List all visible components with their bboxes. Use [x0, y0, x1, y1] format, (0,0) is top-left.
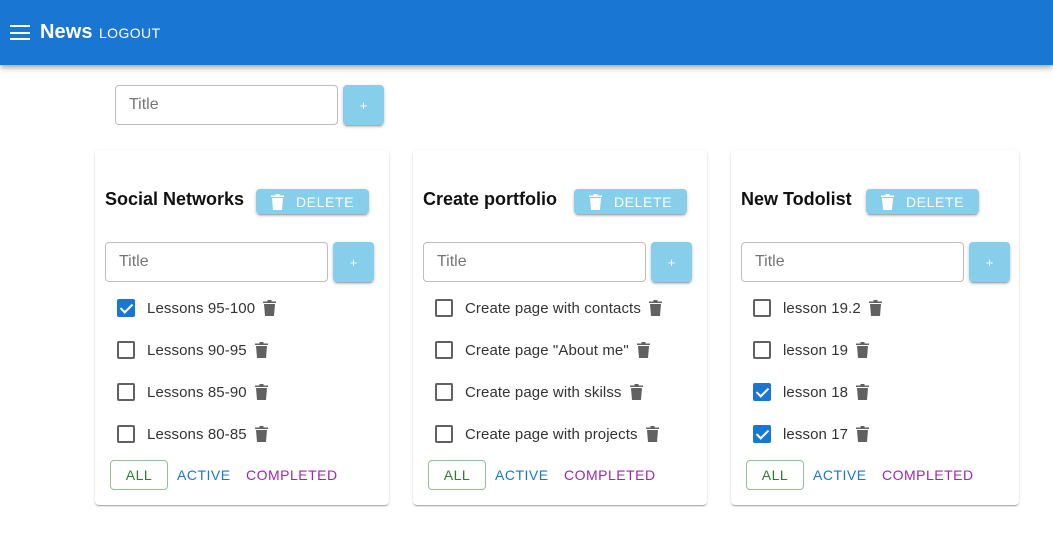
delete-todolist-button[interactable]: DELETE	[866, 189, 979, 214]
trash-icon	[588, 193, 602, 210]
task-checkbox[interactable]	[753, 341, 771, 359]
task-item: lesson 18	[753, 380, 870, 404]
filter-active-button[interactable]: ACTIVE	[495, 460, 549, 490]
add-task-button[interactable]: +	[969, 242, 1010, 282]
logout-button[interactable]: LOGOUT	[99, 25, 161, 41]
delete-label: DELETE	[295, 193, 355, 210]
task-checkbox[interactable]	[435, 299, 453, 317]
trash-icon[interactable]	[856, 426, 870, 442]
trash-icon[interactable]	[629, 384, 643, 400]
task-item: lesson 17	[753, 422, 870, 446]
task-item: Lessons 95-100	[117, 296, 277, 320]
new-todolist-title-input[interactable]	[115, 85, 338, 125]
filter-all-button[interactable]: ALL	[110, 460, 168, 490]
trash-icon	[880, 193, 894, 210]
task-checkbox[interactable]	[117, 299, 135, 317]
todolist-card: Social Networks DELETE + Lessons 95-100 …	[95, 150, 389, 505]
trash-icon[interactable]	[856, 384, 870, 400]
task-item: Create page with projects	[435, 422, 659, 446]
delete-todolist-button[interactable]: DELETE	[574, 189, 687, 214]
task-item: Create page with skilss	[435, 380, 643, 404]
task-item: Lessons 85-90	[117, 380, 268, 404]
task-item: lesson 19	[753, 338, 870, 362]
task-checkbox[interactable]	[435, 383, 453, 401]
trash-icon[interactable]	[254, 426, 268, 442]
task-title[interactable]: lesson 17	[783, 426, 848, 443]
task-title[interactable]: Create page with skilss	[465, 384, 622, 401]
add-task-button[interactable]: +	[651, 242, 692, 282]
task-item: Create page "About me"	[435, 338, 650, 362]
trash-icon[interactable]	[254, 384, 268, 400]
trash-icon[interactable]	[856, 342, 870, 358]
task-title[interactable]: lesson 19.2	[783, 300, 861, 317]
filter-completed-button[interactable]: COMPLETED	[246, 460, 338, 490]
menu-icon[interactable]	[10, 25, 30, 40]
app-title: News	[40, 21, 93, 43]
trash-icon	[270, 193, 284, 210]
todolist-card: New Todolist DELETE + lesson 19.2 lesson…	[731, 150, 1019, 505]
task-title[interactable]: Lessons 95-100	[147, 300, 255, 317]
delete-label: DELETE	[613, 193, 673, 210]
task-title[interactable]: Create page with projects	[465, 426, 638, 443]
trash-icon[interactable]	[648, 300, 662, 316]
task-title[interactable]: Lessons 80-85	[147, 426, 247, 443]
todolist-title: New Todolist	[741, 189, 852, 209]
task-item: Create page with contacts	[435, 296, 662, 320]
task-checkbox[interactable]	[753, 425, 771, 443]
delete-label: DELETE	[905, 193, 965, 210]
todolist-card: Create portfolio DELETE + Create page wi…	[413, 150, 707, 505]
new-task-title-input[interactable]	[741, 242, 964, 282]
filter-all-button[interactable]: ALL	[746, 460, 804, 490]
trash-icon[interactable]	[645, 426, 659, 442]
new-task-title-input[interactable]	[105, 242, 328, 282]
task-title[interactable]: Lessons 85-90	[147, 384, 247, 401]
trash-icon[interactable]	[868, 300, 882, 316]
new-task-title-input[interactable]	[423, 242, 646, 282]
trash-icon[interactable]	[636, 342, 650, 358]
filter-all-button[interactable]: ALL	[428, 460, 486, 490]
trash-icon[interactable]	[254, 342, 268, 358]
task-checkbox[interactable]	[435, 341, 453, 359]
todolist-title: Create portfolio	[423, 189, 558, 209]
task-item: Lessons 80-85	[117, 422, 268, 446]
filter-completed-button[interactable]: COMPLETED	[882, 460, 974, 490]
task-title[interactable]: lesson 19	[783, 342, 848, 359]
task-checkbox[interactable]	[117, 383, 135, 401]
task-checkbox[interactable]	[435, 425, 453, 443]
task-title[interactable]: lesson 18	[783, 384, 848, 401]
filter-active-button[interactable]: ACTIVE	[813, 460, 867, 490]
filter-completed-button[interactable]: COMPLETED	[564, 460, 656, 490]
app-bar: News LOGOUT	[0, 0, 1053, 65]
add-task-button[interactable]: +	[333, 242, 374, 282]
add-todolist-button[interactable]: +	[343, 85, 384, 125]
trash-icon[interactable]	[263, 300, 277, 316]
filter-active-button[interactable]: ACTIVE	[177, 460, 231, 490]
task-title[interactable]: Create page with contacts	[465, 300, 641, 317]
task-checkbox[interactable]	[117, 341, 135, 359]
task-item: Lessons 90-95	[117, 338, 268, 362]
task-title[interactable]: Create page "About me"	[465, 342, 629, 359]
task-checkbox[interactable]	[753, 299, 771, 317]
delete-todolist-button[interactable]: DELETE	[256, 189, 369, 214]
todolist-title: Social Networks	[105, 189, 245, 209]
task-checkbox[interactable]	[753, 383, 771, 401]
task-title[interactable]: Lessons 90-95	[147, 342, 247, 359]
task-checkbox[interactable]	[117, 425, 135, 443]
task-item: lesson 19.2	[753, 296, 882, 320]
